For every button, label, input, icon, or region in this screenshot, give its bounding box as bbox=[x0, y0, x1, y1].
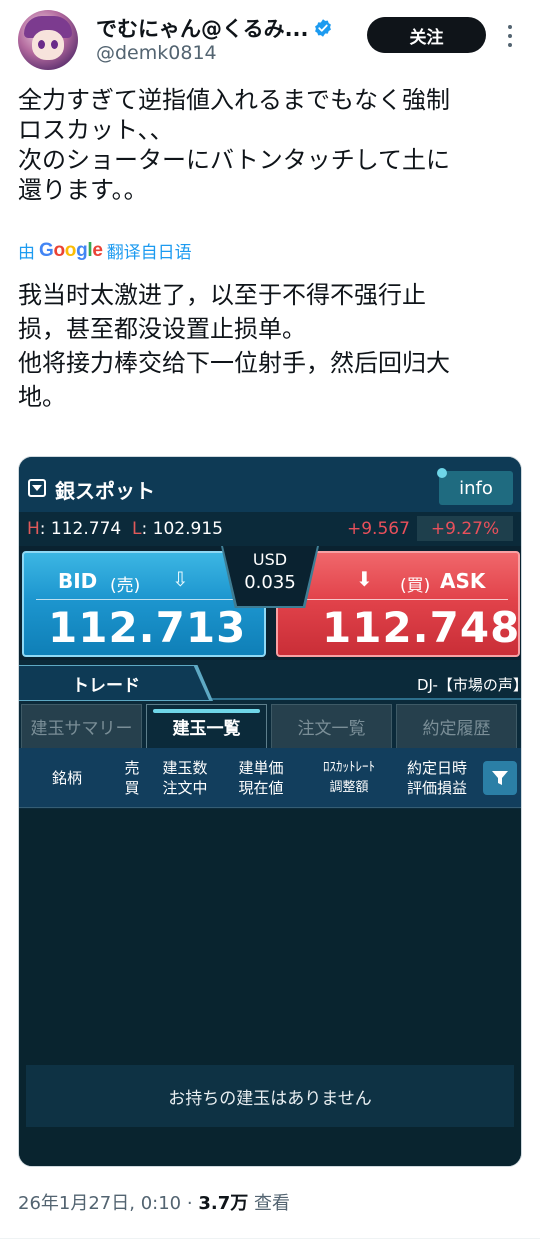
more-dots-icon[interactable] bbox=[504, 25, 516, 47]
col-side: 売 買 bbox=[124, 759, 140, 797]
tweet-date[interactable]: 26年1月27日, 0:10 bbox=[18, 1193, 181, 1214]
high-value: : 112.774 bbox=[39, 519, 122, 539]
low-label: L bbox=[132, 519, 142, 539]
news-ticker: DJ-【市場の声】 bbox=[417, 676, 522, 694]
ask-down-arrow-icon: ⬇ bbox=[356, 567, 373, 591]
high-low-values: H: 112.774 L: 102.915 bbox=[27, 519, 223, 539]
notification-dot bbox=[437, 468, 447, 478]
spread-box: USD 0.035 bbox=[223, 546, 317, 606]
attached-screenshot[interactable]: 銀スポット info H: 112.774 L: 102.915 +9.567 … bbox=[18, 456, 522, 1167]
app-header: 銀スポット info bbox=[19, 457, 521, 512]
verified-badge-icon bbox=[314, 19, 331, 37]
ask-price: 112.748 bbox=[322, 603, 521, 652]
tweet-meta: 26年1月27日, 0:10 · 3.7万 查看 bbox=[18, 1189, 290, 1215]
subtab-position-summary: 建玉サマリー bbox=[21, 704, 142, 748]
filter-icon bbox=[483, 761, 517, 795]
ask-side: (買) bbox=[400, 576, 431, 596]
views-label: 查看 bbox=[253, 1193, 290, 1214]
change-value: +9.567 bbox=[347, 519, 410, 539]
ask-label: ASK bbox=[440, 569, 486, 593]
author-handle[interactable]: @demk0814 bbox=[96, 42, 217, 64]
high-label: H bbox=[27, 519, 40, 539]
high-low-row: H: 112.774 L: 102.915 +9.567 +9.27% bbox=[19, 514, 521, 544]
subtab-position-list: 建玉一覧 bbox=[146, 704, 267, 748]
author-name-row[interactable]: でむにゃん@くるみ... bbox=[96, 13, 333, 43]
quote-area: BID (売) ⇩ 112.713 ⬇ (買) ASK 112.748 USD … bbox=[19, 546, 521, 660]
low-value: : 102.915 bbox=[141, 519, 223, 539]
translate-suffix: 翻译自日语 bbox=[106, 243, 192, 263]
main-tab-strip: トレード DJ-【市場の声】 bbox=[19, 662, 522, 701]
bid-down-arrow-icon: ⇩ bbox=[172, 567, 189, 591]
info-button: info bbox=[439, 471, 513, 505]
view-count: 3.7万 bbox=[198, 1193, 249, 1214]
divider bbox=[36, 599, 246, 600]
tweet-text: 全力すぎて逆指値入れるまでもなく強制 ロスカット、、 次のショーターにバトンタッ… bbox=[18, 86, 450, 204]
meta-separator: · bbox=[186, 1193, 193, 1214]
avatar[interactable] bbox=[18, 10, 78, 70]
bid-side: (売) bbox=[110, 576, 141, 596]
translation-attribution[interactable]: 由 Google 翻译自日语 bbox=[18, 238, 192, 264]
col-quantity: 建玉数 注文中 bbox=[162, 759, 208, 797]
subtabs: 建玉サマリー 建玉一覧 注文一覧 約定履歴 bbox=[19, 702, 521, 748]
subtab-order-list: 注文一覧 bbox=[271, 704, 392, 748]
follow-button[interactable]: 关注 bbox=[367, 17, 486, 53]
app-title: 銀スポット bbox=[55, 479, 155, 503]
col-execution: 約定日時 評価損益 bbox=[406, 759, 467, 797]
spread-currency: USD bbox=[252, 550, 288, 569]
translated-text: 我当时太激进了，以至于不得不强行止 损，甚至都没设置止损单。 他将接力棒交给下一… bbox=[18, 281, 450, 411]
divider bbox=[0, 1238, 540, 1239]
col-symbol: 銘柄 bbox=[51, 769, 82, 787]
divider bbox=[298, 599, 508, 600]
author-display-name[interactable]: でむにゃん@くるみ... bbox=[96, 13, 309, 43]
col-price: 建単価 現在値 bbox=[238, 759, 284, 797]
dropdown-icon bbox=[28, 479, 46, 497]
change-percent: +9.27% bbox=[417, 516, 513, 541]
bid-price: 112.713 bbox=[48, 603, 247, 652]
position-list: お持ちの建玉はありません bbox=[19, 809, 521, 1166]
col-losscut: ﾛｽｶｯﾄﾚｰﾄ 調整額 bbox=[323, 760, 375, 795]
avatar-face bbox=[32, 30, 64, 60]
avatar-eye bbox=[51, 40, 58, 49]
subtab-execution-history: 約定履歴 bbox=[396, 704, 517, 748]
avatar-eye bbox=[38, 40, 45, 49]
spread-value: 0.035 bbox=[244, 572, 296, 593]
translate-prefix: 由 bbox=[18, 243, 35, 263]
table-header: 銘柄 売 買 建玉数 注文中 建単価 現在値 ﾛｽｶｯﾄﾚｰﾄ 調整額 約定日時… bbox=[19, 748, 521, 808]
google-logo: Google bbox=[39, 239, 103, 261]
empty-message: お持ちの建玉はありません bbox=[26, 1065, 514, 1127]
bid-label: BID bbox=[58, 569, 98, 593]
tab-trade: トレード bbox=[19, 666, 209, 700]
